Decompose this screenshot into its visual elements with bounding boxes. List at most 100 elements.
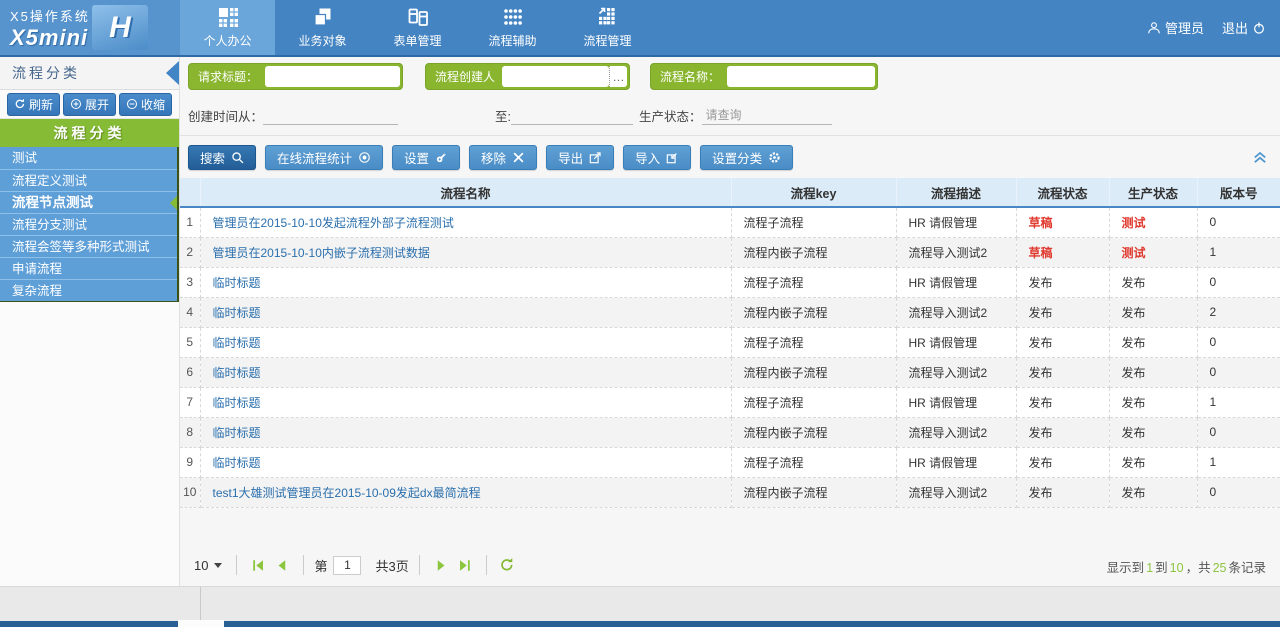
collapse-search-panel-icon[interactable] <box>1252 149 1268 165</box>
process-name-link[interactable]: 临时标题 <box>213 456 261 470</box>
sidebar-collapse-arrow-icon[interactable] <box>166 61 179 85</box>
process-status: 发布 <box>1016 297 1109 327</box>
x5-app: X5操作系统 X5mini H 个人办公 业务对象表单管理 流程辅助流程管理 管理员… <box>0 0 1280 627</box>
date-to-label: 至: <box>495 106 511 125</box>
process-name-link[interactable]: 临时标题 <box>213 396 261 410</box>
export-icon <box>589 151 602 164</box>
col-header-4[interactable]: 流程状态 <box>1016 178 1109 207</box>
process-status: 发布 <box>1016 387 1109 417</box>
set-category-button[interactable]: 设置分类 <box>700 145 793 170</box>
nav-tab-5[interactable]: 流程管理 <box>560 0 655 55</box>
remove-button[interactable]: 移除 <box>469 145 537 170</box>
prod-status-input[interactable] <box>702 105 832 125</box>
import-button[interactable]: 导入 <box>623 145 691 170</box>
process-name-link[interactable]: 临时标题 <box>213 426 261 440</box>
last-page-button[interactable] <box>457 558 472 573</box>
process-name-link[interactable]: 管理员在2015-10-10内嵌子流程测试数据 <box>213 246 430 260</box>
col-header-5[interactable]: 生产状态 <box>1109 178 1197 207</box>
process-name-cell: 临时标题 <box>200 387 731 417</box>
main-content: 请求标题：流程创建人…流程名称： 创建时间从： 至: 生产状态： 搜索在线流程统… <box>180 57 1280 586</box>
app-subtitle: X5mini <box>10 25 90 51</box>
col-header-2[interactable]: 流程key <box>731 178 896 207</box>
refresh-grid-button[interactable] <box>499 557 515 573</box>
category-item-2[interactable]: 流程定义测试 <box>0 169 179 191</box>
expand-all-button[interactable]: 展开 <box>63 93 116 116</box>
col-header-1[interactable]: 流程名称 <box>200 178 731 207</box>
row-number: 6 <box>180 357 200 387</box>
nav-tab-label: 个人办公 <box>203 32 251 49</box>
nav-tab-4[interactable]: 流程辅助 <box>465 0 560 55</box>
user-icon <box>1147 21 1161 35</box>
logout-button[interactable]: 退出 <box>1222 18 1266 37</box>
process-desc: HR 请假管理 <box>896 327 1016 357</box>
process-desc: 流程导入测试2 <box>896 237 1016 267</box>
next-page-button[interactable] <box>434 558 449 573</box>
table-row: 3临时标题流程子流程HR 请假管理发布发布0 <box>180 267 1280 297</box>
category-item-3[interactable]: 流程节点测试 <box>0 191 179 213</box>
process-name-link[interactable]: 管理员在2015-10-10发起流程外部子流程测试 <box>213 216 454 230</box>
resize-handle[interactable] <box>178 620 224 627</box>
process-key: 流程子流程 <box>731 447 896 477</box>
caret-down-icon <box>214 563 222 568</box>
date-from-input[interactable] <box>263 105 398 125</box>
filter-row-1: 请求标题：流程创建人…流程名称： <box>180 63 1280 91</box>
process-key: 流程子流程 <box>731 327 896 357</box>
process-name-cell: 临时标题 <box>200 357 731 387</box>
category-item-6[interactable]: 申请流程 <box>0 257 179 279</box>
process-name-link[interactable]: 临时标题 <box>213 276 261 290</box>
app-logo[interactable]: X5操作系统 X5mini H <box>0 0 180 55</box>
creator-picker-button[interactable]: … <box>609 66 627 87</box>
col-header-3[interactable]: 流程描述 <box>896 178 1016 207</box>
category-item-5[interactable]: 流程会签等多种形式测试 <box>0 235 179 257</box>
table-row: 1管理员在2015-10-10发起流程外部子流程测试流程子流程HR 请假管理草稿… <box>180 207 1280 237</box>
page-number-input[interactable] <box>333 556 361 575</box>
request-title-input[interactable] <box>265 66 400 87</box>
version-number: 1 <box>1197 447 1280 477</box>
settings-button[interactable]: 设置 <box>392 145 460 170</box>
target-icon <box>358 151 371 164</box>
prev-page-button[interactable] <box>274 558 289 573</box>
record-info-text: 到 <box>1155 561 1168 575</box>
filter-label: 流程名称： <box>653 68 727 85</box>
left-sidebar: 流程分类 刷新展开收缩 流程分类 测试流程定义测试流程节点测试流程分支测试流程会… <box>0 57 180 586</box>
user-name: 管理员 <box>1165 18 1204 37</box>
refresh-tree-button[interactable]: 刷新 <box>7 93 60 116</box>
process-name-input[interactable] <box>727 66 875 87</box>
first-page-button[interactable] <box>251 558 266 573</box>
user-menu[interactable]: 管理员 <box>1147 18 1204 37</box>
table-row: 7临时标题流程子流程HR 请假管理发布发布1 <box>180 387 1280 417</box>
process-name-link[interactable]: 临时标题 <box>213 306 261 320</box>
prod-status: 发布 <box>1109 387 1197 417</box>
logo-h-icon: H <box>92 5 148 50</box>
date-to-input[interactable] <box>511 105 633 125</box>
category-item-1[interactable]: 测试 <box>0 147 179 169</box>
header-user-area: 管理员 退出 <box>1147 0 1266 55</box>
online-stats-button[interactable]: 在线流程统计 <box>265 145 383 170</box>
nav-tab-1[interactable]: 个人办公 <box>180 0 275 55</box>
category-item-7[interactable]: 复杂流程 <box>0 279 179 301</box>
divider <box>419 555 420 575</box>
power-icon <box>1252 21 1266 35</box>
export-button[interactable]: 导出 <box>546 145 614 170</box>
collapse-all-button[interactable]: 收缩 <box>119 93 172 116</box>
prod-status: 发布 <box>1109 327 1197 357</box>
process-creator-input[interactable] <box>502 66 609 87</box>
nav-tab-label: 表单管理 <box>393 32 441 49</box>
button-label: 移除 <box>481 148 506 167</box>
category-item-4[interactable]: 流程分支测试 <box>0 213 179 235</box>
row-number: 2 <box>180 237 200 267</box>
process-name-link[interactable]: 临时标题 <box>213 366 261 380</box>
button-label: 导出 <box>558 148 583 167</box>
record-info-text: 条记录 <box>1228 561 1266 575</box>
process-desc: HR 请假管理 <box>896 267 1016 297</box>
search-button[interactable]: 搜索 <box>188 145 256 170</box>
filter-label: 请求标题： <box>191 68 265 85</box>
nav-tab-2[interactable]: 业务对象 <box>275 0 370 55</box>
process-name-link[interactable]: test1大雄测试管理员在2015-10-09发起dx最简流程 <box>213 486 481 500</box>
process-desc: 流程导入测试2 <box>896 357 1016 387</box>
process-name-link[interactable]: 临时标题 <box>213 336 261 350</box>
col-header-6[interactable]: 版本号 <box>1197 178 1280 207</box>
nav-tab-3[interactable]: 表单管理 <box>370 0 465 55</box>
page-size-select[interactable]: 10 <box>190 558 226 573</box>
sidebar-title-row: 流程分类 <box>0 57 179 90</box>
